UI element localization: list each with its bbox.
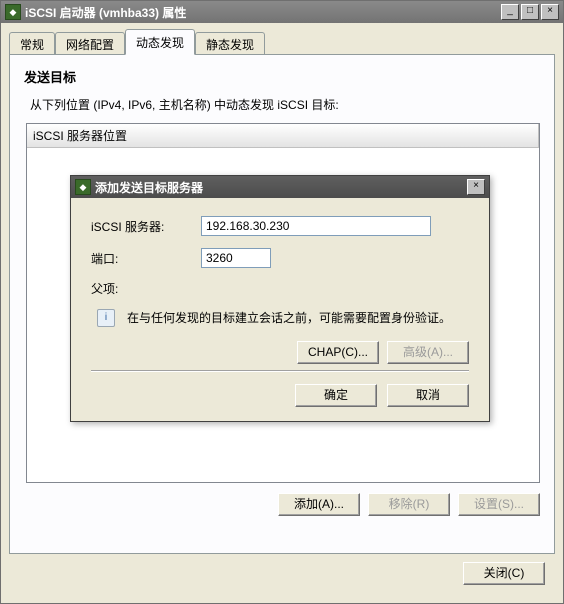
iscsi-server-label: iSCSI 服务器: [91, 218, 201, 235]
modal-close-button[interactable]: × [467, 179, 485, 195]
port-label: 端口: [91, 250, 201, 267]
advanced-button: 高级(A)... [387, 341, 469, 364]
column-header-location[interactable]: iSCSI 服务器位置 [27, 124, 539, 147]
close-window-button[interactable]: × [541, 4, 559, 20]
minimize-button[interactable]: _ [501, 4, 519, 20]
close-button[interactable]: 关闭(C) [463, 562, 545, 585]
tab-network[interactable]: 网络配置 [55, 32, 125, 56]
parent-label: 父项: [91, 280, 201, 297]
maximize-button[interactable]: □ [521, 4, 539, 20]
chap-button[interactable]: CHAP(C)... [297, 341, 379, 364]
app-icon: ◆ [75, 179, 91, 195]
ok-button[interactable]: 确定 [295, 384, 377, 407]
remove-button: 移除(R) [368, 493, 450, 516]
iscsi-server-input[interactable] [201, 216, 431, 236]
section-heading: 发送目标 [24, 67, 540, 86]
app-icon: ◆ [5, 4, 21, 20]
instruction-text: 从下列位置 (IPv4, IPv6, 主机名称) 中动态发现 iSCSI 目标: [24, 96, 540, 113]
grid-header: iSCSI 服务器位置 [27, 124, 539, 148]
modal-titlebar[interactable]: ◆ 添加发送目标服务器 × [71, 176, 489, 198]
modal-title: 添加发送目标服务器 [95, 179, 465, 196]
add-button[interactable]: 添加(A)... [278, 493, 360, 516]
cancel-button[interactable]: 取消 [387, 384, 469, 407]
tab-bar: 常规 网络配置 动态发现 静态发现 [9, 29, 555, 55]
window-titlebar[interactable]: ◆ iSCSI 启动器 (vmhba33) 属性 _ □ × [1, 1, 563, 23]
tab-static-discovery[interactable]: 静态发现 [195, 32, 265, 56]
iscsi-properties-window: ◆ iSCSI 启动器 (vmhba33) 属性 _ □ × 常规 网络配置 动… [0, 0, 564, 604]
port-input[interactable] [201, 248, 271, 268]
add-target-server-dialog: ◆ 添加发送目标服务器 × iSCSI 服务器: 端口: 父项: i 在与任何发… [70, 175, 490, 422]
separator [91, 370, 469, 372]
info-icon: i [97, 309, 115, 327]
window-title: iSCSI 启动器 (vmhba33) 属性 [25, 4, 499, 21]
settings-button: 设置(S)... [458, 493, 540, 516]
auth-note: 在与任何发现的目标建立会话之前，可能需要配置身份验证。 [127, 309, 469, 327]
tab-dynamic-discovery[interactable]: 动态发现 [125, 29, 195, 55]
tab-general[interactable]: 常规 [9, 32, 55, 56]
